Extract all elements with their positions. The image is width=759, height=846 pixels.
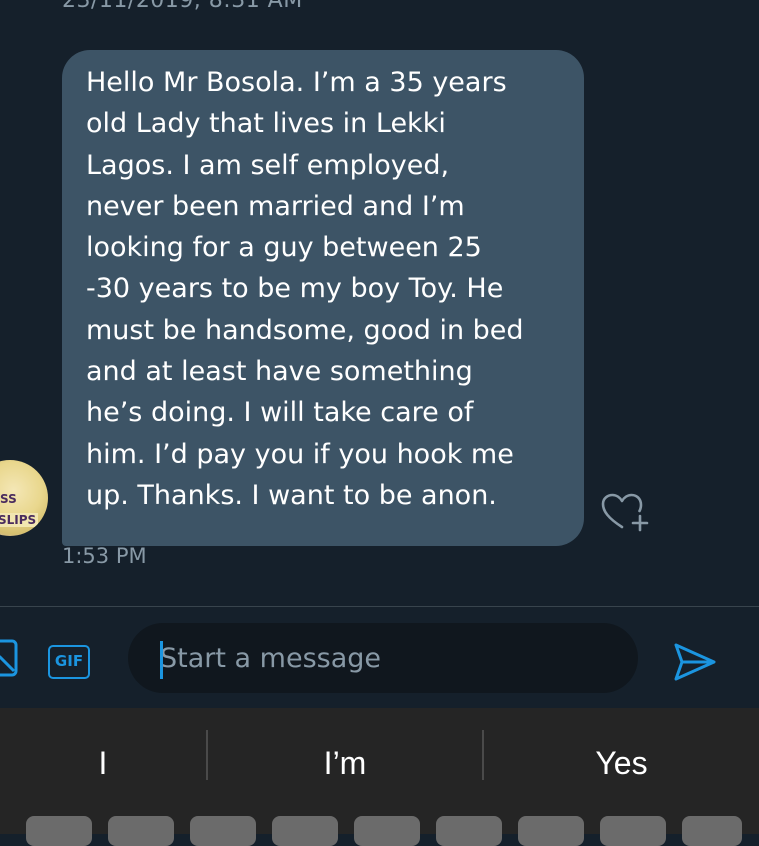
send-icon[interactable] xyxy=(672,639,718,685)
image-icon[interactable] xyxy=(0,637,20,679)
text-cursor xyxy=(160,641,163,679)
keyboard-key[interactable] xyxy=(108,816,174,846)
keyboard-key[interactable] xyxy=(190,816,256,846)
conversation-pane: 23/11/2019, 8:31 AM SS SLIPS Hello Mr Bo… xyxy=(0,0,759,606)
message-input[interactable] xyxy=(128,623,638,693)
message-bubble[interactable]: Hello Mr Bosola. I’m a 35 years old Lady… xyxy=(62,50,584,546)
avatar-text-bottom: SLIPS xyxy=(0,513,39,527)
keyboard-key[interactable] xyxy=(682,816,742,846)
keyboard-key[interactable] xyxy=(26,816,92,846)
sender-avatar[interactable]: SS SLIPS xyxy=(0,460,48,536)
message-timestamp: 1:53 PM xyxy=(62,544,147,568)
keyboard-key[interactable] xyxy=(436,816,502,846)
avatar-text-top: SS xyxy=(0,492,17,506)
gif-button[interactable]: GIF xyxy=(48,645,90,679)
suggestion-3[interactable]: Yes xyxy=(484,738,759,788)
keyboard-key[interactable] xyxy=(272,816,338,846)
message-text: Hello Mr Bosola. I’m a 35 years old Lady… xyxy=(86,67,524,511)
suggestion-1[interactable]: I xyxy=(0,738,206,788)
heart-plus-icon[interactable] xyxy=(600,492,652,532)
keyboard-key[interactable] xyxy=(354,816,420,846)
message-composer: GIF xyxy=(0,606,759,709)
keyboard-key[interactable] xyxy=(600,816,666,846)
previous-message-timestamp: 23/11/2019, 8:31 AM xyxy=(62,0,303,13)
suggestion-2[interactable]: I’m xyxy=(208,738,482,788)
keyboard-key[interactable] xyxy=(518,816,584,846)
